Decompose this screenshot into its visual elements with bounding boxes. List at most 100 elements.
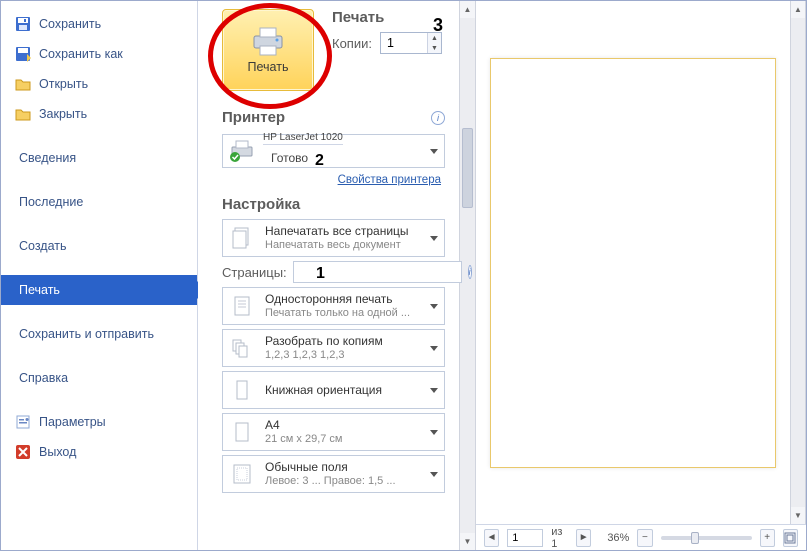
sidebar-nav-recent[interactable]: Последние <box>1 187 197 217</box>
sidebar-nav-info[interactable]: Сведения <box>1 143 197 173</box>
print-button[interactable]: Печать <box>222 9 314 91</box>
sidebar-item-label: Сохранить <box>39 17 101 31</box>
setting-subtitle: 1,2,3 1,2,3 1,2,3 <box>265 348 383 362</box>
margins-icon <box>229 461 255 487</box>
prev-page-button[interactable]: ◄ <box>484 529 499 547</box>
print-section-title: Печать <box>332 9 445 26</box>
chevron-down-icon <box>430 304 438 309</box>
setting-sides[interactable]: Односторонняя печать Печатать только на … <box>222 287 445 325</box>
setting-title: Односторонняя печать <box>265 292 410 306</box>
zoom-label: 36% <box>607 532 629 544</box>
setting-title: Книжная ориентация <box>265 383 382 397</box>
sidebar-save[interactable]: Сохранить <box>1 9 197 39</box>
open-folder-icon <box>15 76 31 92</box>
copies-input[interactable] <box>381 33 427 53</box>
sidebar-nav-label: Печать <box>19 283 60 297</box>
sidebar-close[interactable]: Закрыть <box>1 99 197 129</box>
setting-title: A4 <box>265 418 343 432</box>
setting-title: Напечатать все страницы <box>265 224 409 238</box>
settings-section-title: Настройка <box>222 196 445 213</box>
backstage-print-view: Сохранить Сохранить как Открыть Закрыть … <box>0 0 807 551</box>
chevron-down-icon <box>430 346 438 351</box>
printer-name: HP LaserJet 1020 <box>263 132 343 144</box>
info-icon[interactable]: i <box>431 111 445 125</box>
scroll-down-button[interactable]: ▼ <box>460 533 475 550</box>
one-sided-icon <box>229 293 255 319</box>
annotation-3: 3 <box>433 15 443 36</box>
pages-all-icon <box>229 225 255 251</box>
portrait-icon <box>229 377 255 403</box>
setting-paper[interactable]: A4 21 см x 29,7 см <box>222 413 445 451</box>
copies-label: Копии: <box>332 36 372 51</box>
sidebar-item-label: Открыть <box>39 77 88 91</box>
chevron-down-icon <box>430 430 438 435</box>
zoom-slider-thumb[interactable] <box>691 532 699 544</box>
setting-subtitle: Напечатать весь документ <box>265 238 409 252</box>
sidebar-item-label: Параметры <box>39 415 106 429</box>
current-page-input[interactable] <box>507 529 543 547</box>
sidebar-nav-new[interactable]: Создать <box>1 231 197 261</box>
close-folder-icon <box>15 106 31 122</box>
printer-section-title: Принтер <box>222 109 285 126</box>
exit-icon <box>15 444 31 460</box>
fit-page-button[interactable] <box>783 529 798 547</box>
scroll-track[interactable] <box>791 18 805 507</box>
printer-status: Готово <box>263 144 343 170</box>
preview-scrollbar[interactable]: ▲ ▼ <box>790 1 806 524</box>
sidebar-nav-label: Сведения <box>19 151 76 165</box>
scroll-track[interactable] <box>460 18 475 533</box>
setting-subtitle: Левое: 3 ... Правое: 1,5 ... <box>265 474 396 488</box>
sidebar-nav-label: Создать <box>19 239 67 253</box>
scroll-thumb[interactable] <box>462 128 473 208</box>
scroll-down-button[interactable]: ▼ <box>791 507 805 524</box>
save-icon <box>15 16 31 32</box>
sidebar-save-as[interactable]: Сохранить как <box>1 39 197 69</box>
save-as-icon <box>15 46 31 62</box>
sidebar: Сохранить Сохранить как Открыть Закрыть … <box>1 1 198 550</box>
setting-collate[interactable]: Разобрать по копиям 1,2,3 1,2,3 1,2,3 <box>222 329 445 367</box>
chevron-down-icon <box>430 236 438 241</box>
setting-subtitle: 21 см x 29,7 см <box>265 432 343 446</box>
sidebar-nav-label: Последние <box>19 195 83 209</box>
setting-title: Обычные поля <box>265 460 396 474</box>
preview-status-bar: ◄ из 1 ► 36% − + <box>476 524 806 550</box>
zoom-slider[interactable] <box>661 536 752 540</box>
setting-margins[interactable]: Обычные поля Левое: 3 ... Правое: 1,5 ..… <box>222 455 445 493</box>
printer-dropdown[interactable]: HP LaserJet 1020 Готово 2 <box>222 134 445 168</box>
sidebar-nav-help[interactable]: Справка <box>1 363 197 393</box>
setting-print-scope[interactable]: Напечатать все страницы Напечатать весь … <box>222 219 445 257</box>
sidebar-open[interactable]: Открыть <box>1 69 197 99</box>
chevron-down-icon <box>430 472 438 477</box>
sidebar-item-label: Выход <box>39 445 76 459</box>
scroll-up-button[interactable]: ▲ <box>460 1 475 18</box>
zoom-out-button[interactable]: − <box>637 529 652 547</box>
sidebar-options[interactable]: Параметры <box>1 407 197 437</box>
sidebar-exit[interactable]: Выход <box>1 437 197 467</box>
setting-orientation[interactable]: Книжная ориентация <box>222 371 445 409</box>
sidebar-nav-print[interactable]: Печать <box>1 275 197 305</box>
sidebar-item-label: Закрыть <box>39 107 87 121</box>
preview-page <box>490 58 776 468</box>
preview-area <box>476 1 790 524</box>
printer-properties-link[interactable]: Свойства принтера <box>222 174 441 186</box>
print-options-pane: Печать Печать Копии: ▲ ▼ 3 <box>198 1 459 550</box>
print-button-label: Печать <box>248 60 289 74</box>
pages-label: Страницы: <box>222 265 287 280</box>
copies-down[interactable]: ▼ <box>428 43 441 53</box>
scroll-up-button[interactable]: ▲ <box>791 1 805 18</box>
annotation-1: 1 <box>316 265 325 283</box>
chevron-down-icon <box>430 149 438 154</box>
paper-size-icon <box>229 419 255 445</box>
sidebar-nav-save-send[interactable]: Сохранить и отправить <box>1 319 197 349</box>
printer-icon <box>250 26 286 56</box>
annotation-2: 2 <box>315 152 324 170</box>
sidebar-nav-label: Сохранить и отправить <box>19 327 154 341</box>
next-page-button[interactable]: ► <box>576 529 591 547</box>
collate-icon <box>229 335 255 361</box>
options-icon <box>15 414 31 430</box>
print-preview-pane: ▲ ▼ ◄ из 1 ► 36% − + <box>476 1 806 550</box>
options-scrollbar[interactable]: ▲ ▼ <box>459 1 476 550</box>
zoom-in-button[interactable]: + <box>760 529 775 547</box>
page-of-label: из 1 <box>551 526 568 550</box>
setting-subtitle: Печатать только на одной ... <box>265 306 410 320</box>
